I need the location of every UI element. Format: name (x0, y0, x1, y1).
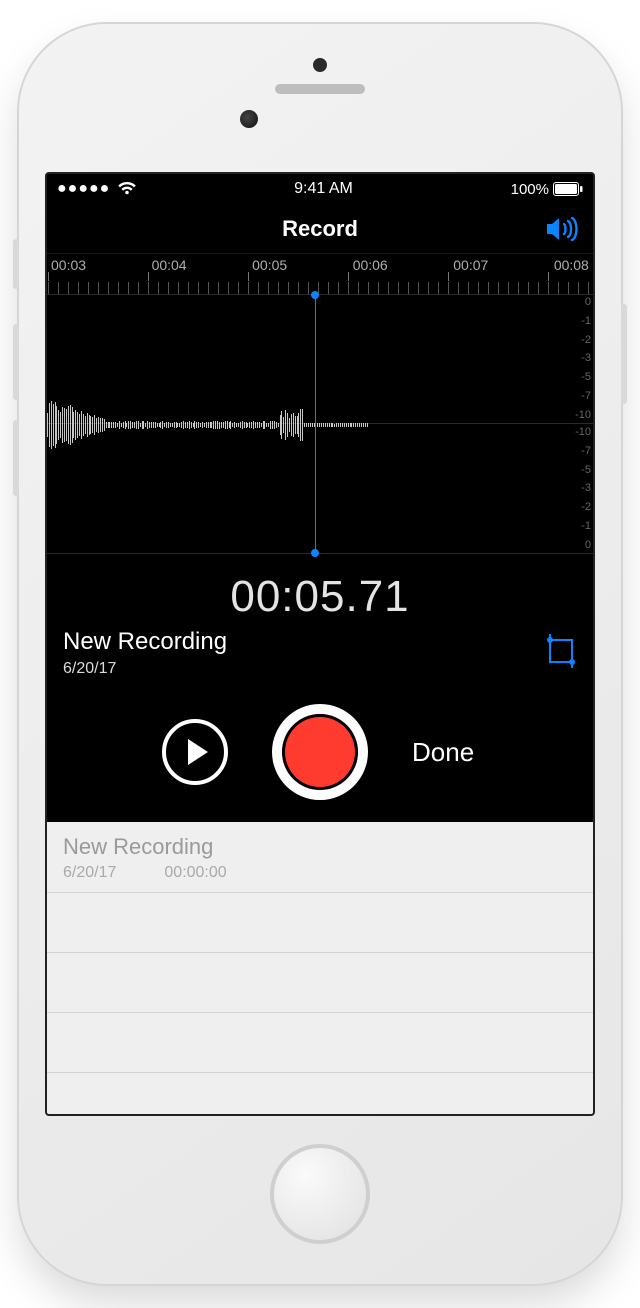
done-button[interactable]: Done (412, 737, 478, 768)
volume-up-button (13, 324, 19, 400)
transport-controls: Done (47, 704, 593, 800)
list-empty-row (47, 1013, 593, 1073)
recording-title[interactable]: New Recording (63, 628, 543, 656)
phone-earpiece (275, 84, 365, 94)
timeline-ruler[interactable]: 00:03 00:04 00:05 00:06 00:07 00:08 (47, 254, 593, 294)
db-tick: -2 (575, 335, 591, 346)
list-item-duration: 00:00:00 (164, 864, 226, 882)
waveform-view[interactable]: 0 -1 -2 -3 -5 -7 -10 0 -1 -2 -3 -5 -7 -1… (47, 294, 593, 554)
nav-title: Record (282, 216, 358, 242)
play-button[interactable] (162, 719, 228, 785)
db-tick: -10 (575, 410, 591, 421)
front-camera (240, 110, 258, 128)
timeline-tick: 00:05 (252, 257, 287, 273)
screen: ●●●●● 9:41 AM 100% Record 00:03 00:04 00… (45, 172, 595, 1116)
battery-percent: 100% (511, 181, 549, 198)
status-bar: ●●●●● 9:41 AM 100% (47, 174, 593, 204)
recording-meta: New Recording 6/20/17 (47, 628, 593, 678)
timeline-tick: 00:07 (453, 257, 488, 273)
list-empty-row (47, 953, 593, 1013)
timeline-tick: 00:04 (152, 257, 187, 273)
elapsed-time: 00:05.71 (47, 572, 593, 622)
db-tick: -3 (575, 353, 591, 364)
db-tick: 0 (575, 297, 591, 308)
nav-bar: Record (47, 204, 593, 254)
db-tick: -3 (575, 483, 591, 494)
recording-date: 6/20/17 (63, 660, 543, 678)
db-tick: -10 (575, 427, 591, 438)
db-scale-bottom: 0 -1 -2 -3 -5 -7 -10 (575, 427, 591, 551)
mute-switch (13, 239, 19, 289)
db-tick: -7 (575, 391, 591, 402)
db-tick: -1 (575, 316, 591, 327)
waveform-bars (47, 383, 367, 467)
db-tick: -5 (575, 372, 591, 383)
status-time: 9:41 AM (136, 180, 510, 198)
list-item[interactable]: New Recording 6/20/17 00:00:00 (47, 822, 593, 893)
battery-icon (553, 182, 583, 196)
db-scale-top: 0 -1 -2 -3 -5 -7 -10 (575, 297, 591, 421)
speaker-output-button[interactable] (545, 216, 579, 242)
list-empty-row (47, 893, 593, 953)
trim-button[interactable] (543, 634, 577, 668)
home-button[interactable] (270, 1144, 370, 1244)
volume-down-button (13, 420, 19, 496)
timeline-tick: 00:06 (353, 257, 388, 273)
record-button[interactable] (272, 704, 368, 800)
iphone-device-frame: ●●●●● 9:41 AM 100% Record 00:03 00:04 00… (19, 24, 621, 1284)
timeline-tick: 00:08 (554, 257, 589, 273)
timeline-tick: 00:03 (51, 257, 86, 273)
db-tick: 0 (575, 540, 591, 551)
power-button (621, 304, 627, 404)
signal-dots-icon: ●●●●● (57, 180, 110, 198)
recordings-list: New Recording 6/20/17 00:00:00 (47, 822, 593, 1114)
db-tick: -2 (575, 502, 591, 513)
list-item-title: New Recording (63, 834, 577, 860)
playhead[interactable] (315, 295, 317, 553)
proximity-sensor (313, 58, 327, 72)
list-item-date: 6/20/17 (63, 864, 116, 882)
wifi-icon (118, 182, 136, 196)
db-tick: -7 (575, 446, 591, 457)
db-tick: -1 (575, 521, 591, 532)
db-tick: -5 (575, 465, 591, 476)
